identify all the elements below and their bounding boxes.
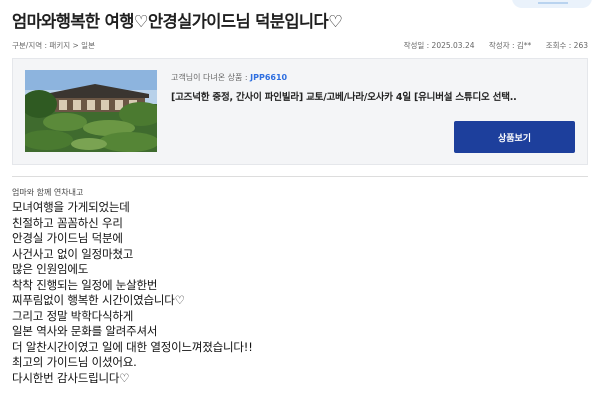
product-thumbnail-image[interactable] <box>25 70 157 152</box>
temple-garden-photo <box>25 70 157 152</box>
review-line: 다시한번 감사드립니다♡ <box>12 370 130 385</box>
review-title: 엄마와행복한 여행♡안경실가이드님 덕분입니다♡ <box>12 12 343 31</box>
review-date: 작성일 : 2025.03.24 <box>403 41 475 50</box>
product-card: 고객님이 다녀온 상품 : JPP6610 [고즈넉한 중정, 간사이 파인빌라… <box>12 58 588 165</box>
product-name-link[interactable]: [고즈넉한 중정, 간사이 파인빌라] 교토/고베/나라/오사카 4일 [유니버… <box>171 89 517 103</box>
review-subtitle: 엄마와 함께 연차내고 <box>12 188 84 197</box>
review-line: 안경실 가이드님 덕분에 <box>12 231 123 245</box>
review-line: 많은 인원임에도 <box>12 262 89 276</box>
visited-product-label: 고객님이 다녀온 상품 : JPP6610 <box>171 72 287 83</box>
review-line: 찌푸림없이 행복한 시간이였습니다♡ <box>12 293 185 307</box>
review-views: 조회수 : 263 <box>545 41 588 50</box>
site-logo-fragment <box>512 0 592 8</box>
review-line: 최고의 가이드님 이셨어요. <box>12 355 137 369</box>
product-code[interactable]: JPP6610 <box>250 73 287 82</box>
breadcrumb: 구분/지역 : 패키지 > 일본 <box>12 41 95 50</box>
review-line: 사건사고 없이 일정마쳤고 <box>12 246 134 261</box>
review-meta-right: 작성일 : 2025.03.24 작성자 : 김** 조회수 : 263 <box>404 40 588 51</box>
review-line: 모녀여행을 가게되었는데 <box>12 200 130 214</box>
review-line: 그리고 정말 박학다식하게 <box>12 308 134 323</box>
review-meta: 구분/지역 : 패키지 > 일본 작성일 : 2025.03.24 작성자 : … <box>12 40 588 52</box>
review-line: 착착 진행되는 일정에 눈살한번 <box>12 277 158 292</box>
review-line: 친절하고 꼼꼼하신 우리 <box>12 215 123 230</box>
section-divider <box>12 176 588 177</box>
view-product-button[interactable]: 상품보기 <box>454 121 575 153</box>
visited-prefix: 고객님이 다녀온 상품 : <box>171 73 248 82</box>
review-line: 더 알찬시간이였고 일에 대한 열정이느껴졌습니다!! <box>12 339 253 354</box>
review-line: 일본 역사와 문화를 알려주셔서 <box>12 324 158 338</box>
review-body: 모녀여행을 가게되었는데 친절하고 꼼꼼하신 우리 안경실 가이드님 덕분에 사… <box>12 200 253 386</box>
review-author: 작성자 : 김** <box>488 41 532 50</box>
